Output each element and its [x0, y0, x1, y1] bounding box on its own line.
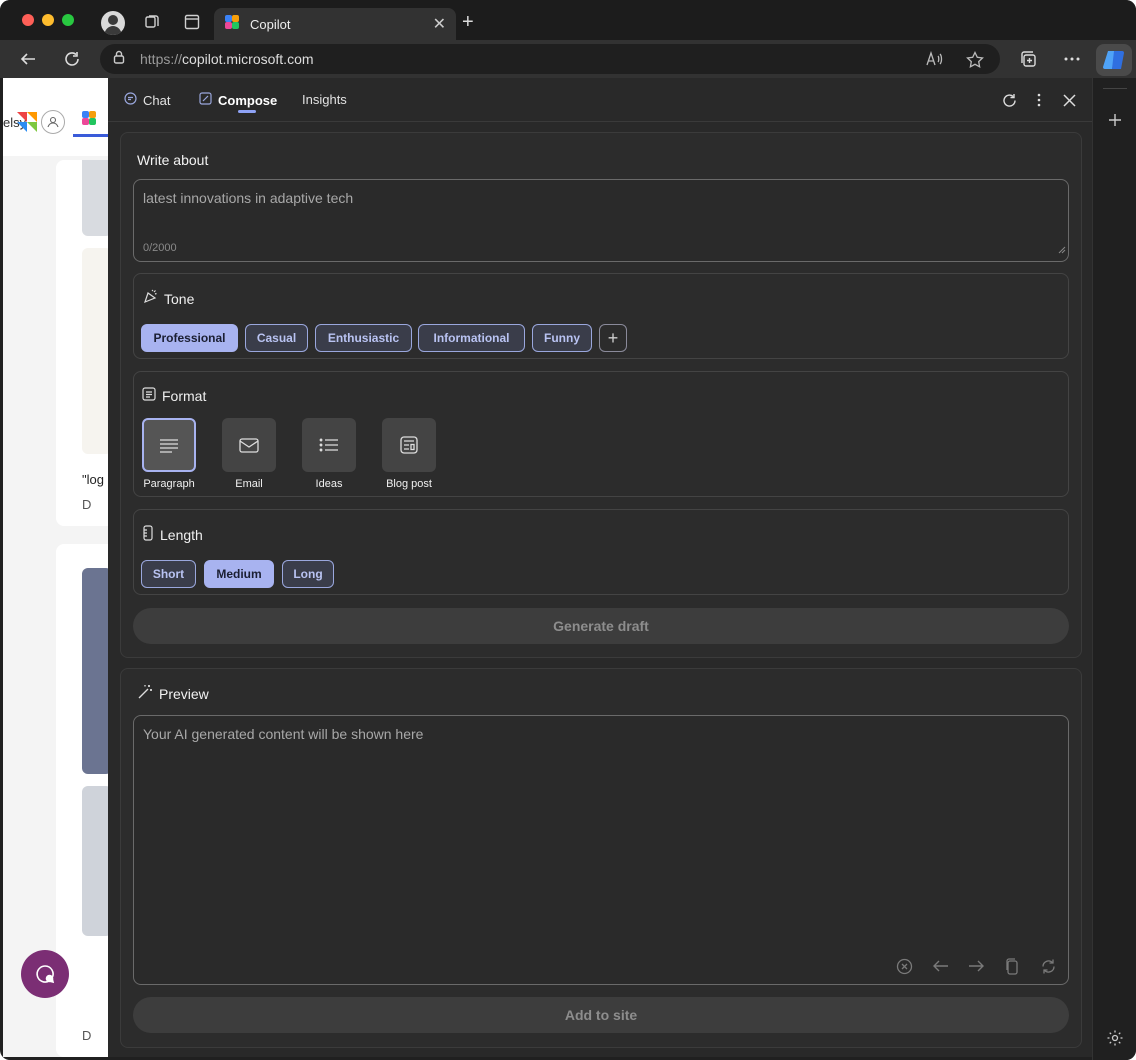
- write-about-input[interactable]: latest innovations in adaptive tech 0/20…: [133, 179, 1069, 262]
- active-tab-indicator: [238, 110, 256, 113]
- url-text: https://copilot.microsoft.com: [140, 51, 314, 67]
- email-icon: [222, 418, 276, 472]
- length-chip-short[interactable]: Short: [141, 560, 196, 588]
- address-bar[interactable]: https://copilot.microsoft.com: [100, 44, 1000, 74]
- lock-icon: [112, 50, 126, 69]
- user-account-icon[interactable]: [41, 110, 65, 134]
- refresh-icon[interactable]: [61, 48, 83, 70]
- tab-insights[interactable]: Insights: [302, 92, 347, 107]
- previous-arrow-icon[interactable]: [930, 956, 950, 976]
- length-chip-long[interactable]: Long: [282, 560, 334, 588]
- format-email[interactable]: Email: [222, 418, 276, 490]
- browser-tab-copilot[interactable]: Copilot ✕: [214, 8, 456, 40]
- vertical-tabs-icon[interactable]: [182, 12, 202, 32]
- sidebar-settings-gear-icon[interactable]: [1105, 1028, 1125, 1048]
- active-nav-underline: [73, 134, 108, 137]
- microsoft-logo-icon: [15, 110, 39, 139]
- preview-output[interactable]: Your AI generated content will be shown …: [133, 715, 1069, 985]
- compose-form: Write about latest innovations in adapti…: [120, 132, 1082, 658]
- copilot-site-icon: [81, 110, 97, 131]
- tone-group: Tone Professional Casual Enthusiastic In…: [133, 273, 1069, 359]
- length-chip-medium[interactable]: Medium: [204, 560, 274, 588]
- tab-compose[interactable]: Compose: [199, 92, 277, 108]
- close-window-button[interactable]: [22, 14, 34, 26]
- tone-chip-funny[interactable]: Funny: [532, 324, 592, 352]
- title-bar: Copilot ✕ +: [0, 0, 1136, 40]
- length-heading: Length: [142, 525, 203, 544]
- add-to-site-button[interactable]: Add to site: [133, 997, 1069, 1033]
- more-options-icon[interactable]: [1030, 91, 1048, 109]
- preview-section: Preview Your AI generated content will b…: [120, 668, 1082, 1048]
- format-group: Format Paragraph Email Ideas Blog post: [133, 371, 1069, 497]
- site-header: elsy: [3, 78, 108, 156]
- blog-post-icon: [382, 418, 436, 472]
- write-about-text: latest innovations in adaptive tech: [143, 190, 354, 206]
- copilot-tab-icon: [224, 14, 240, 35]
- close-tab-icon[interactable]: ✕: [433, 14, 446, 34]
- sidebar-rail: [1092, 78, 1136, 1060]
- paragraph-icon: [142, 418, 196, 472]
- rail-divider: [1103, 88, 1127, 89]
- length-group: Length Short Medium Long: [133, 509, 1069, 595]
- read-aloud-icon[interactable]: [926, 50, 944, 72]
- preview-toolbar: [894, 956, 1058, 976]
- card-source: D: [82, 497, 92, 512]
- browser-toolbar: https://copilot.microsoft.com: [0, 40, 1136, 78]
- tone-chip-enthusiastic[interactable]: Enthusiastic: [315, 324, 412, 352]
- close-panel-icon[interactable]: [1060, 91, 1078, 109]
- resize-handle-icon[interactable]: [1058, 241, 1066, 259]
- workspaces-icon[interactable]: [142, 12, 162, 32]
- magic-wand-icon: [137, 684, 153, 703]
- tone-chip-informational[interactable]: Informational: [418, 324, 525, 352]
- format-ideas[interactable]: Ideas: [302, 418, 356, 490]
- list-icon: [302, 418, 356, 472]
- maximize-window-button[interactable]: [62, 14, 74, 26]
- regenerate-icon[interactable]: [1038, 956, 1058, 976]
- format-paragraph[interactable]: Paragraph: [142, 418, 196, 490]
- content-card[interactable]: "log D: [56, 160, 108, 526]
- preview-heading: Preview: [137, 684, 209, 703]
- favorite-star-icon[interactable]: [966, 50, 984, 74]
- next-arrow-icon[interactable]: [966, 956, 986, 976]
- back-arrow-icon[interactable]: [17, 48, 39, 70]
- card-text: "log: [82, 472, 104, 487]
- website-content: elsy "log D D: [3, 78, 108, 1057]
- copy-icon[interactable]: [1002, 956, 1022, 976]
- write-about-title: Write about: [137, 152, 209, 168]
- preview-placeholder: Your AI generated content will be shown …: [143, 726, 424, 742]
- generate-draft-button[interactable]: Generate draft: [133, 608, 1069, 644]
- more-menu-icon[interactable]: [1061, 48, 1083, 70]
- format-blog-post[interactable]: Blog post: [382, 418, 436, 490]
- tone-chip-professional[interactable]: Professional: [141, 324, 238, 352]
- tab-title: Copilot: [250, 16, 291, 32]
- collections-icon[interactable]: [1017, 48, 1039, 70]
- refresh-panel-icon[interactable]: [1000, 91, 1018, 109]
- copilot-panel: Chat Compose Insights Write about latest…: [108, 78, 1092, 1057]
- tab-chat[interactable]: Chat: [124, 92, 170, 108]
- copilot-sidebar-button[interactable]: [1096, 44, 1132, 76]
- char-counter: 0/2000: [143, 242, 177, 254]
- tone-heading: Tone: [142, 289, 194, 308]
- length-icon: [142, 525, 154, 544]
- format-heading: Format: [142, 387, 206, 404]
- add-sidebar-app-icon[interactable]: [1105, 110, 1125, 130]
- clear-icon[interactable]: [894, 956, 914, 976]
- profile-avatar[interactable]: [101, 11, 125, 35]
- compose-icon: [199, 92, 212, 108]
- browser-window: Copilot ✕ + https://copilot.microsoft.co…: [0, 0, 1136, 1060]
- format-icon: [142, 387, 156, 404]
- chat-icon: [124, 92, 137, 108]
- card-source: D: [82, 1028, 92, 1043]
- add-tone-icon[interactable]: +: [599, 324, 627, 352]
- tone-chip-casual[interactable]: Casual: [245, 324, 308, 352]
- minimize-window-button[interactable]: [42, 14, 54, 26]
- new-chat-fab[interactable]: [21, 950, 69, 998]
- panel-header: Chat Compose Insights: [108, 78, 1092, 122]
- tone-icon: [142, 289, 158, 308]
- new-tab-icon[interactable]: +: [462, 11, 474, 34]
